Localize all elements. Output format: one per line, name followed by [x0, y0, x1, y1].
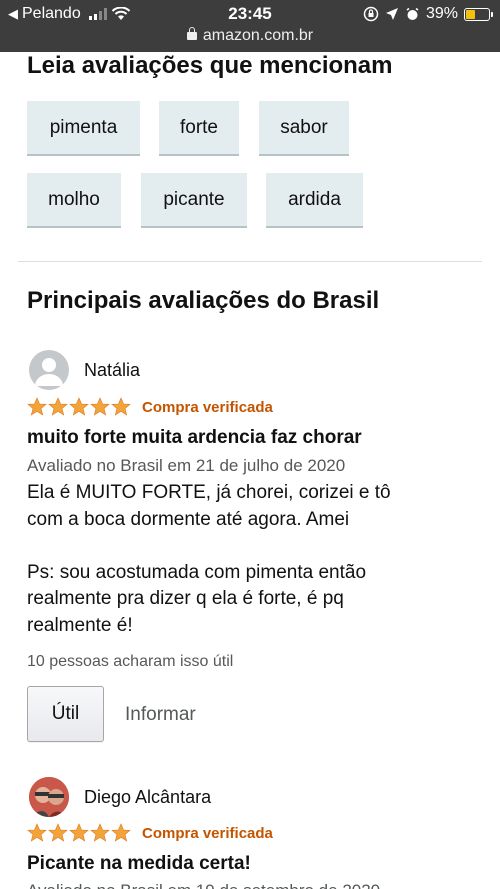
avatar-photo	[29, 777, 69, 817]
star-icon	[48, 397, 68, 416]
star-icon	[27, 823, 47, 842]
star-icon	[27, 397, 47, 416]
status-bar: ◀ Pelando 23:45 39% amazon.com.br	[0, 0, 500, 52]
chip-sabor[interactable]: sabor	[259, 101, 349, 156]
review-body-line: Ela é MUITO FORTE, já chorei, corizei e …	[27, 482, 391, 503]
review-body-line: com a boca dormente até agora. Amei	[27, 508, 350, 530]
mentions-title: Leia avaliações que mencionam	[27, 52, 393, 79]
star-icon	[90, 823, 110, 842]
reviewer-name[interactable]: Natália	[84, 360, 140, 381]
lock-icon	[186, 27, 197, 40]
chip-ardida[interactable]: ardida	[266, 173, 363, 228]
screen-rotation-lock-icon	[363, 6, 379, 22]
report-link[interactable]: Informar	[125, 704, 196, 726]
star-icon	[90, 397, 110, 416]
verified-badge: Compra verificada	[142, 825, 273, 842]
star-icon	[69, 397, 89, 416]
user-photo-icon	[29, 777, 69, 817]
review-body-line: Ps: sou acostumada com pimenta então	[27, 561, 367, 583]
reviewer-name[interactable]: Diego Alcântara	[84, 787, 211, 808]
star-rating	[27, 823, 131, 843]
user-silhouette-icon	[35, 358, 63, 386]
helpful-button[interactable]: Útil	[27, 686, 104, 742]
top-reviews-title: Principais avaliações do Brasil	[27, 287, 380, 314]
chip-forte[interactable]: forte	[159, 101, 239, 156]
helpful-count: 10 pessoas acharam isso útil	[27, 653, 234, 670]
star-rating	[27, 397, 131, 417]
url-text: amazon.com.br	[202, 27, 314, 44]
section-divider	[18, 261, 482, 262]
chip-pimenta[interactable]: pimenta	[27, 101, 140, 156]
review-title[interactable]: muito forte muita ardencia faz chorar	[27, 427, 362, 449]
chip-picante[interactable]: picante	[141, 173, 247, 228]
url-bar[interactable]: amazon.com.br	[0, 27, 500, 45]
review-body-line: realmente pra dizer q ela é forte, é pq	[27, 588, 344, 609]
review-date: Avaliado no Brasil em 21 de julho de 202…	[27, 456, 346, 475]
review-body: Ela é MUITO FORTE, já chorei, corizei e …	[27, 480, 477, 639]
avatar-default	[29, 350, 69, 390]
chip-molho[interactable]: molho	[27, 173, 121, 228]
alarm-icon	[406, 7, 419, 20]
star-icon	[69, 823, 89, 842]
location-icon	[385, 8, 398, 20]
star-icon	[48, 823, 68, 842]
review-body-line: realmente é!	[27, 614, 133, 636]
review-title[interactable]: Picante na medida certa!	[27, 853, 251, 875]
verified-badge: Compra verificada	[142, 399, 273, 416]
status-right: 39%	[363, 5, 493, 23]
star-icon	[111, 823, 131, 842]
battery-percent: 39%	[425, 5, 458, 22]
star-icon	[111, 397, 131, 416]
review-date: Avaliado no Brasil em 19 de setembro de …	[27, 881, 380, 889]
battery-icon	[464, 7, 493, 21]
